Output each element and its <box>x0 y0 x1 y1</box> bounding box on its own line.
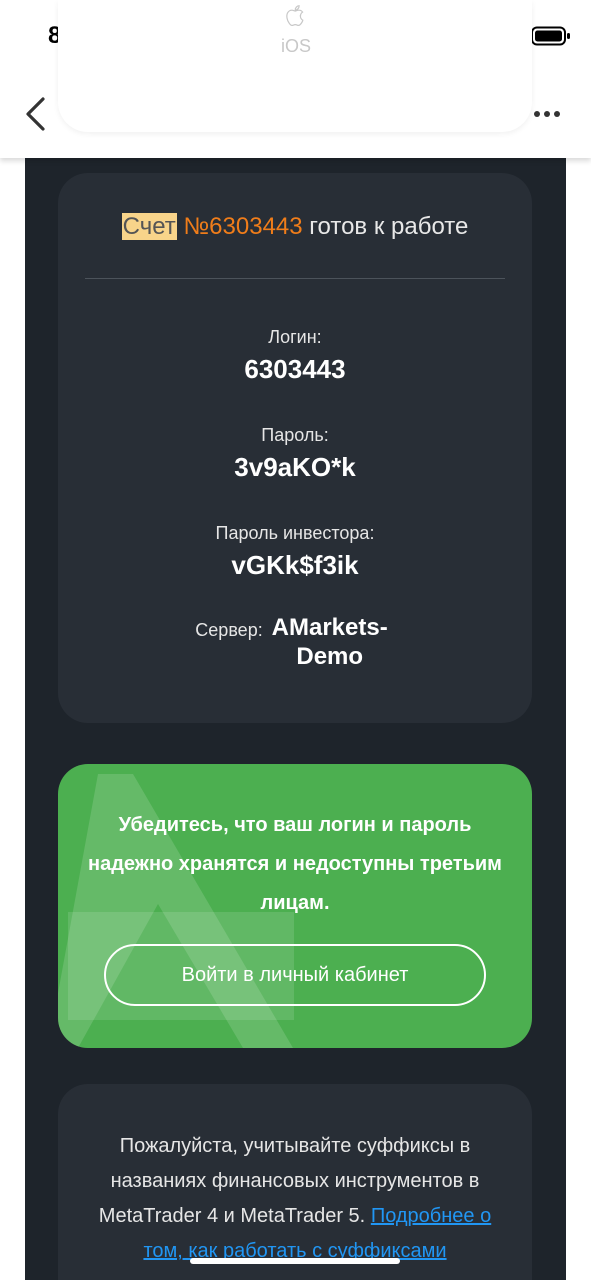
account-title: Счет №6303443 готов к работе <box>58 213 532 241</box>
divider <box>85 278 505 279</box>
more-button[interactable] <box>528 98 566 130</box>
password-label: Пароль: <box>261 425 329 445</box>
back-button[interactable] <box>18 94 52 134</box>
apple-logo-icon <box>286 5 304 27</box>
info-text-block: Пожалуйста, учитывайте суффиксы в назван… <box>82 1129 508 1269</box>
server-label: Сервер: <box>195 620 263 640</box>
login-value: 6303443 <box>244 354 346 384</box>
investor-password-value: vGKk$f3ik <box>231 550 359 580</box>
security-warning: Убедитесь, что ваш логин и пароль надежн… <box>88 814 502 914</box>
chevron-left-icon <box>26 97 45 131</box>
personal-cabinet-button[interactable]: Войти в личный кабинет <box>104 944 486 1006</box>
ios-label: iOS <box>280 36 311 56</box>
server-value: AMarkets-Demo <box>271 614 388 670</box>
home-indicator[interactable] <box>190 1258 400 1264</box>
server-row: Сервер: AMarkets-Demo <box>58 613 532 671</box>
security-card: Убедитесь, что ваш логин и пароль надежн… <box>58 764 532 1048</box>
password-value: 3v9aKO*k <box>234 452 356 482</box>
info-card: Пожалуйста, учитывайте суффиксы в назван… <box>58 1084 532 1280</box>
login-label: Логин: <box>268 327 322 347</box>
battery-icon <box>531 26 570 46</box>
title-prefix: Счет <box>121 213 177 240</box>
account-card: Счет №6303443 готов к работе Логин: 6303… <box>58 173 532 723</box>
title-suffix: готов к работе <box>309 213 469 240</box>
investor-password-label: Пароль инвестора: <box>215 523 375 543</box>
more-icon <box>534 111 560 117</box>
account-number: №6303443 <box>183 213 303 240</box>
